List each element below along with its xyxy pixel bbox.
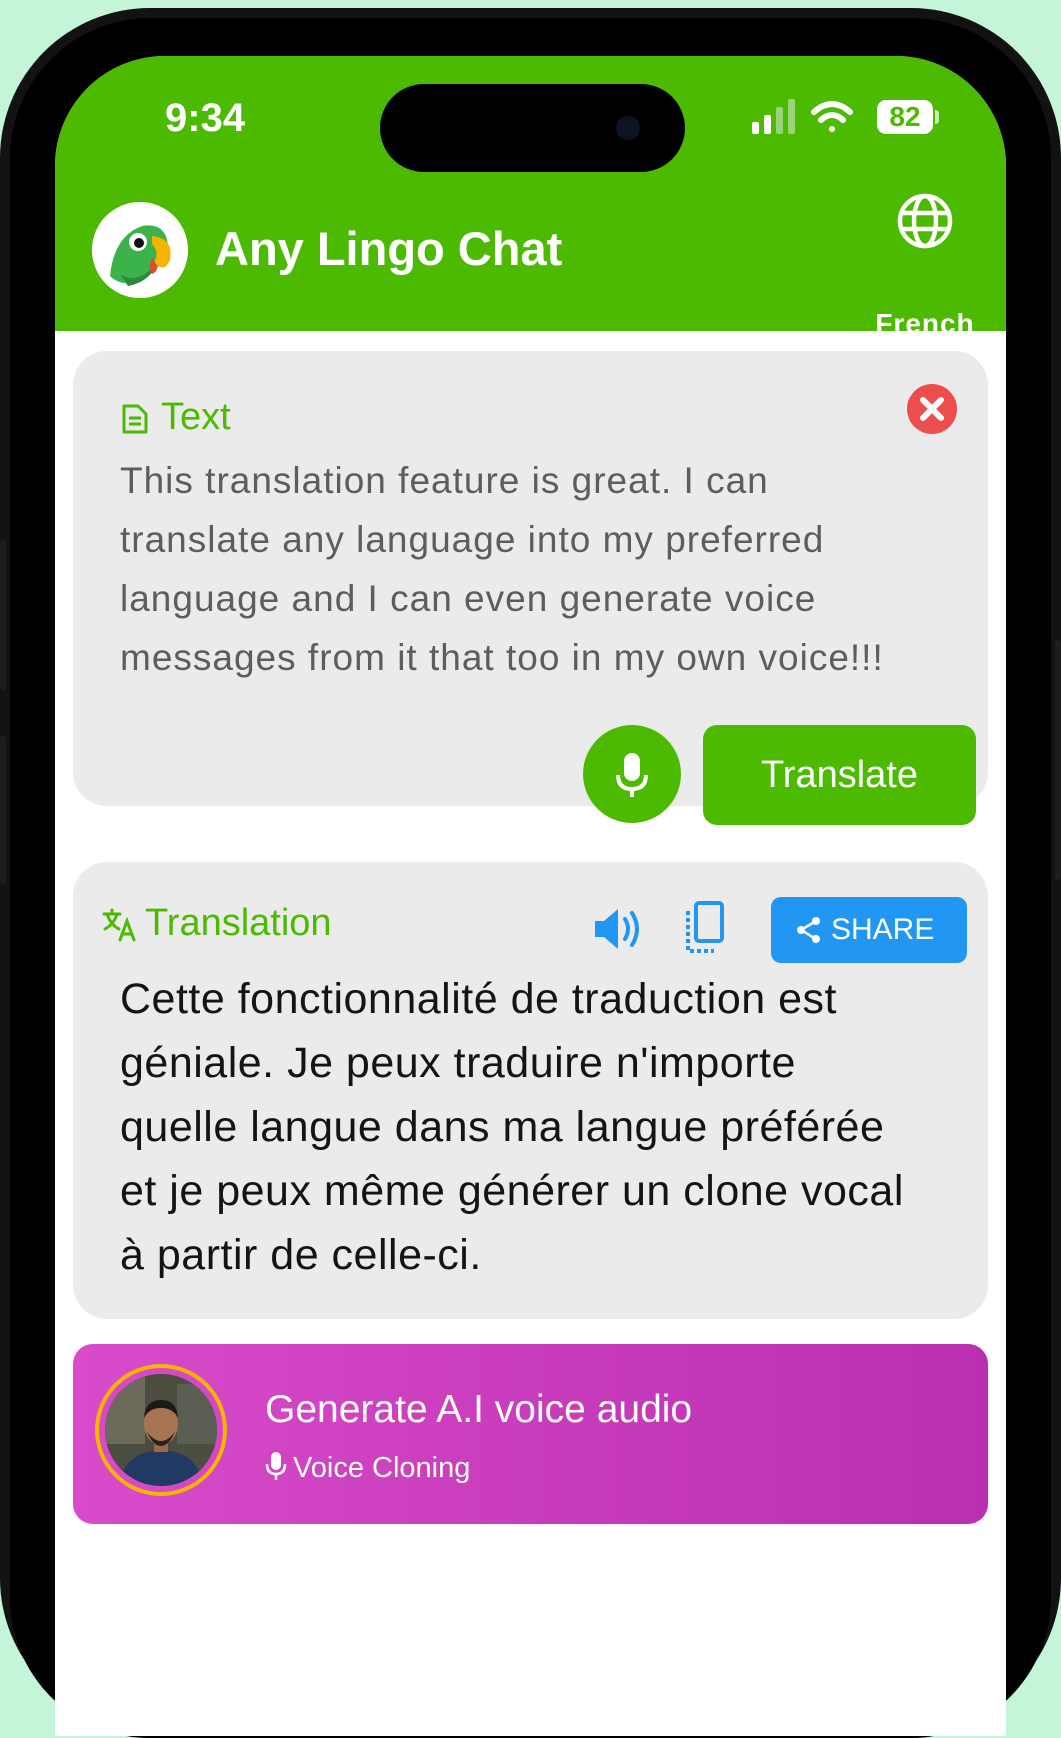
- translation-label: Translation: [145, 902, 332, 944]
- document-icon: [122, 404, 148, 434]
- voice-card-title: Generate A.I voice audio: [265, 1388, 693, 1431]
- microphone-icon: [616, 753, 648, 797]
- avatar-image: [105, 1374, 217, 1486]
- speaker-icon: [595, 909, 639, 949]
- translation-output: Cette fonctionnalité de traduction est g…: [120, 967, 980, 1287]
- app-screen: 9:34 82 Any Lingo Chat French Text This …: [55, 56, 1006, 1736]
- language-selector[interactable]: French: [865, 191, 985, 339]
- copy-icon: [686, 901, 724, 953]
- globe-icon: [897, 193, 953, 249]
- status-icons: [752, 99, 853, 134]
- status-time: 9:34: [165, 96, 246, 140]
- input-line: This translation feature is great. I can: [120, 460, 769, 501]
- microphone-icon: [265, 1452, 287, 1480]
- copy-button[interactable]: [681, 899, 727, 957]
- wifi-icon: [811, 101, 853, 132]
- translation-line: quelle langue dans ma langue préférée: [120, 1103, 885, 1151]
- input-label: Text: [161, 396, 231, 438]
- person-photo: [105, 1374, 217, 1486]
- translate-button[interactable]: Translate: [703, 725, 976, 825]
- voice-card-subtitle-text: Voice Cloning: [293, 1452, 471, 1484]
- voice-card-subtitle: Voice Cloning: [265, 1450, 470, 1485]
- battery-tip: [935, 110, 939, 124]
- close-icon: [920, 397, 944, 421]
- language-label: French: [875, 308, 975, 339]
- input-textarea[interactable]: This translation feature is great. I can…: [120, 451, 965, 687]
- app-header: 9:34 82 Any Lingo Chat French: [55, 56, 1006, 339]
- voice-cloning-card[interactable]: Generate A.I voice audio Voice Cloning: [73, 1344, 988, 1524]
- input-line: messages from it that too in my own voic…: [120, 637, 884, 678]
- share-icon: [797, 917, 820, 943]
- voice-input-button[interactable]: [583, 725, 681, 823]
- parrot-logo-icon: [92, 202, 188, 298]
- input-line: language and I can even generate voice: [120, 578, 817, 619]
- app-title: Any Lingo Chat: [215, 222, 563, 275]
- input-line: translate any language into my preferred: [120, 519, 825, 560]
- translation-line: et je peux même générer un clone vocal: [120, 1167, 904, 1215]
- dynamic-island: [380, 84, 685, 172]
- battery-indicator: 82: [877, 100, 933, 134]
- translation-line: géniale. Je peux traduire n'importe: [120, 1039, 796, 1087]
- translation-line: Cette fonctionnalité de traduction est: [120, 975, 837, 1023]
- signal-icon: [752, 99, 795, 134]
- phone-side-button: [1055, 640, 1061, 880]
- translation-line: à partir de celle-ci.: [120, 1231, 482, 1279]
- camera-lens: [616, 116, 640, 140]
- phone-side-button: [0, 735, 6, 885]
- phone-side-button: [0, 540, 6, 690]
- play-audio-button[interactable]: [591, 901, 647, 957]
- clear-text-button[interactable]: [907, 384, 957, 434]
- avatar: [95, 1364, 227, 1496]
- translate-icon: [102, 908, 136, 942]
- share-label: SHARE: [831, 913, 935, 946]
- parrot-logo: [92, 202, 188, 298]
- share-button[interactable]: SHARE: [771, 897, 967, 963]
